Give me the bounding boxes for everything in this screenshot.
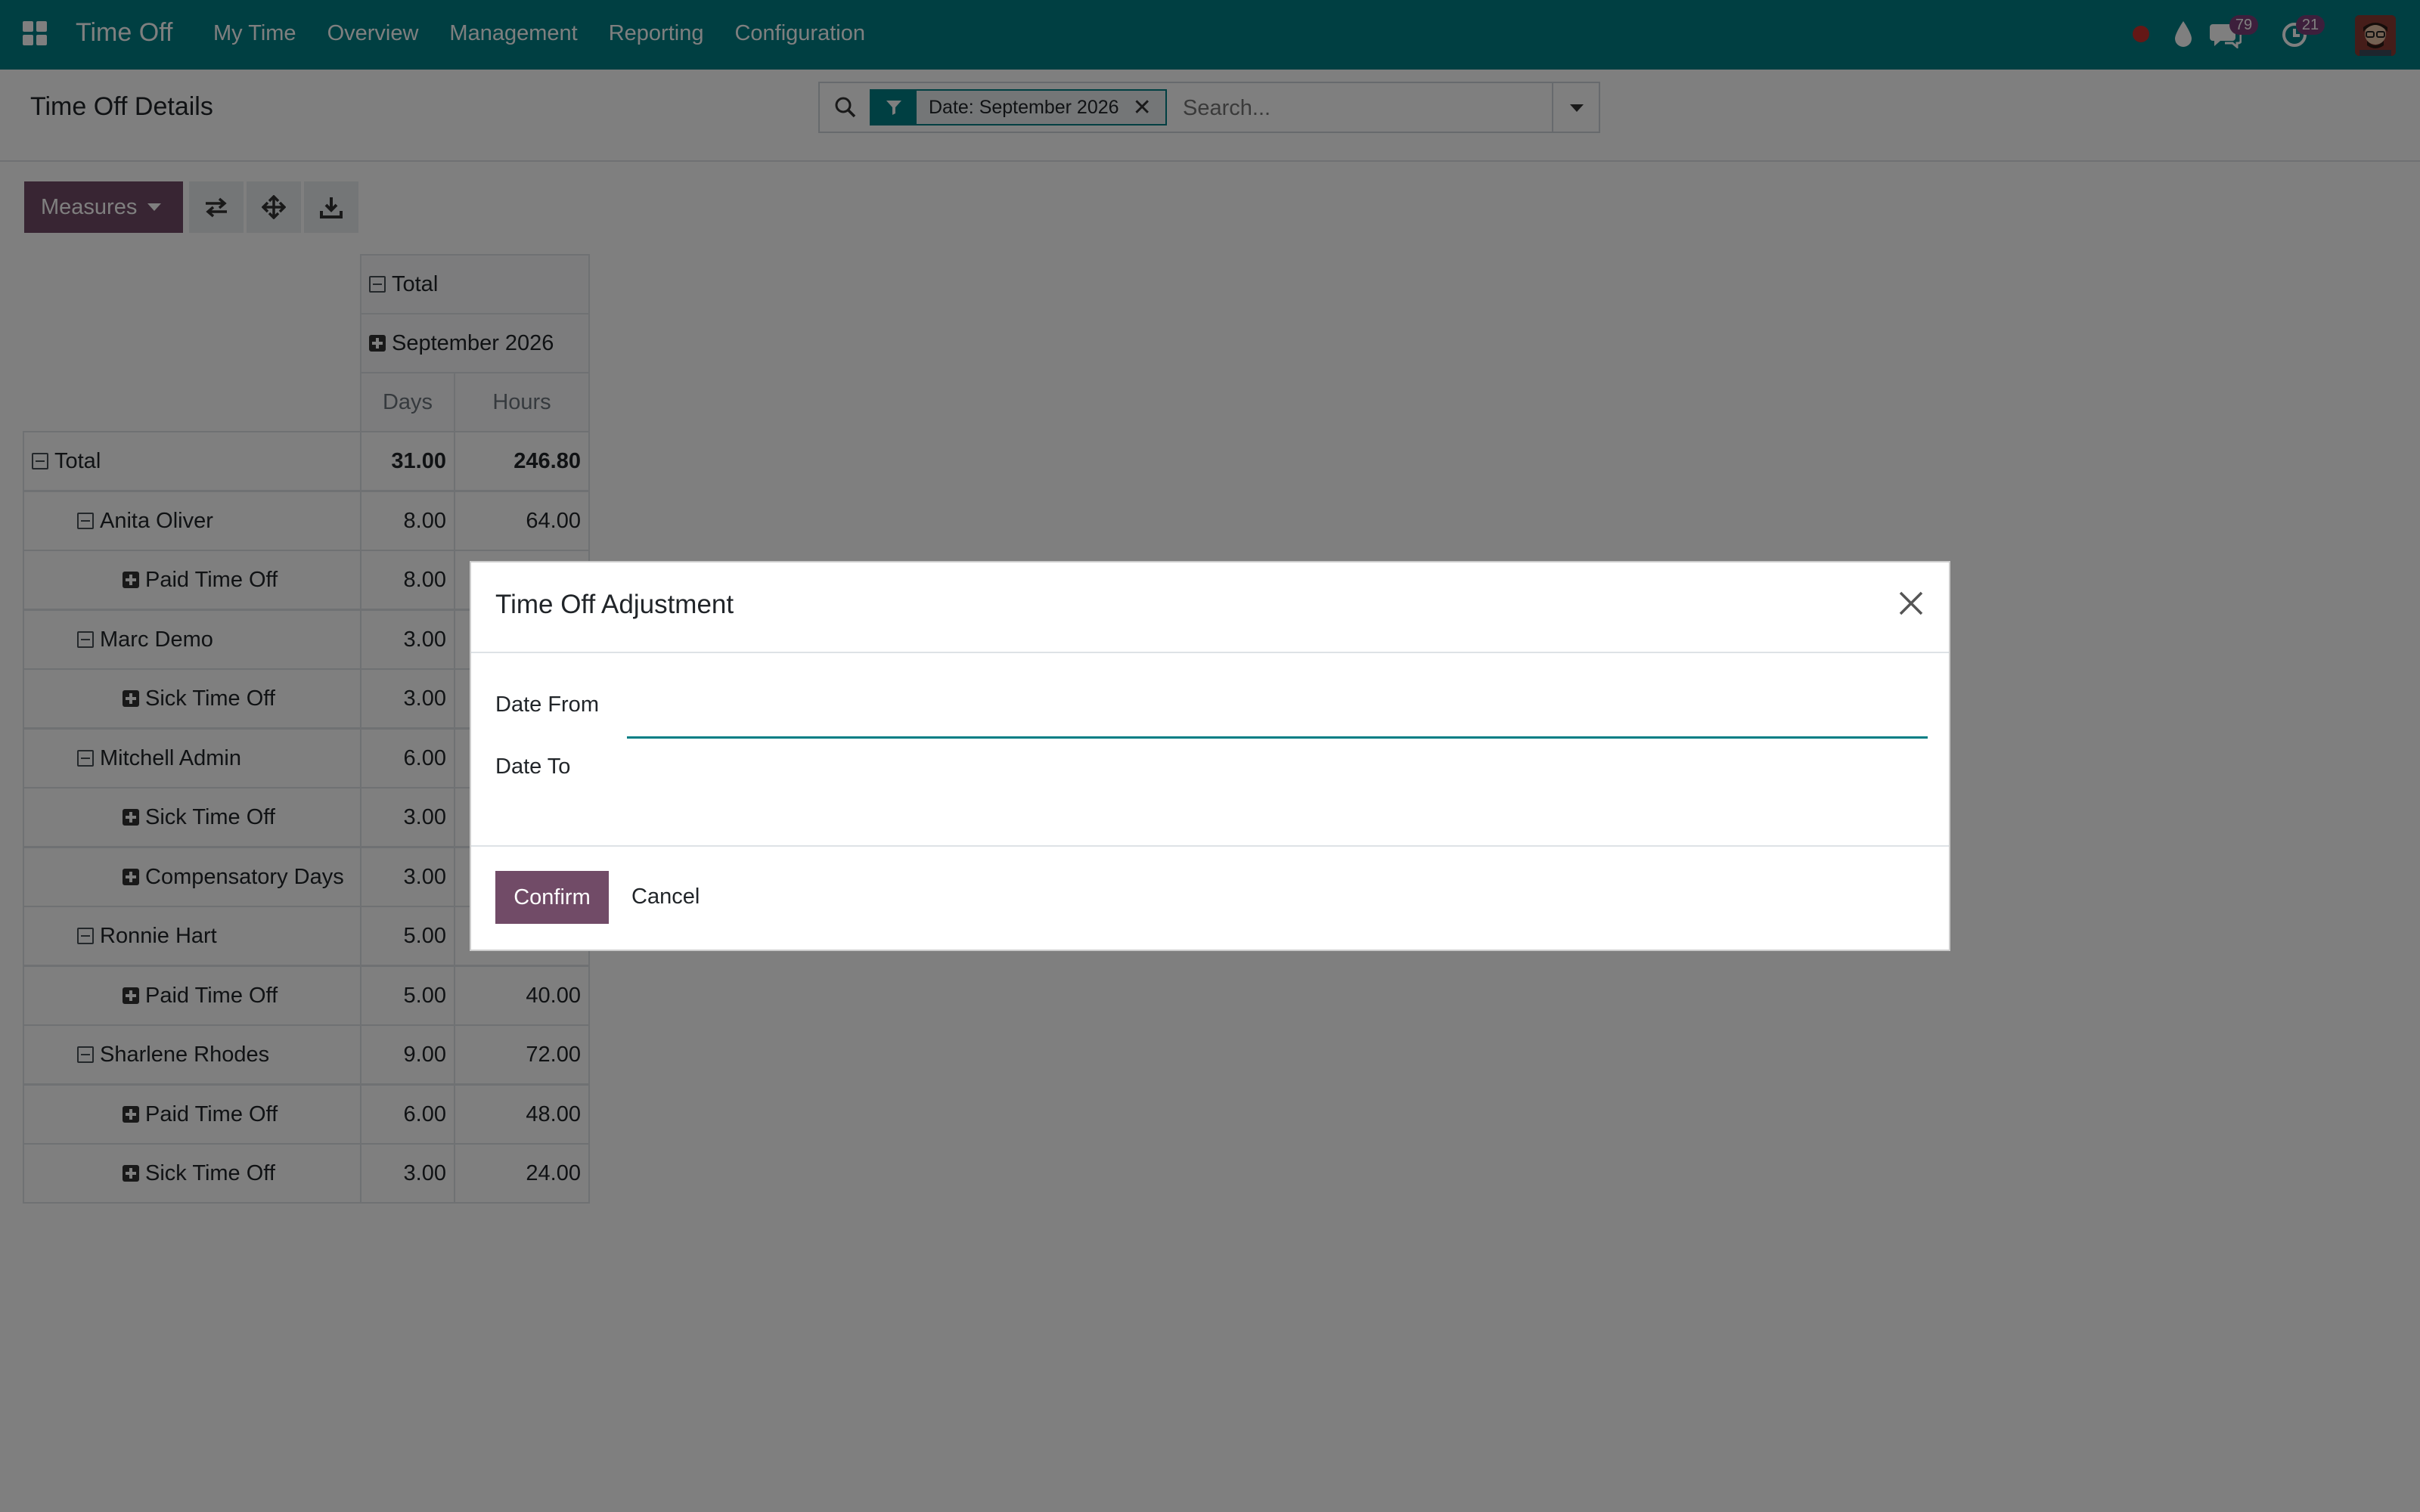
modal-header: Time Off Adjustment [471, 562, 1949, 653]
time-off-adjustment-dialog: Time Off Adjustment Date From Date To Co… [470, 561, 1950, 951]
modal-footer: Confirm Cancel [471, 847, 1949, 950]
date-to-label: Date To [495, 754, 571, 779]
close-icon[interactable] [1896, 588, 1926, 618]
cancel-button[interactable]: Cancel [631, 885, 700, 909]
confirm-button[interactable]: Confirm [495, 871, 609, 924]
modal-body: Date From Date To [471, 652, 1949, 847]
modal-title: Time Off Adjustment [495, 590, 734, 619]
date-from-label: Date From [495, 692, 599, 717]
date-from-field[interactable] [627, 702, 1928, 739]
date-to-field[interactable] [627, 745, 1928, 783]
